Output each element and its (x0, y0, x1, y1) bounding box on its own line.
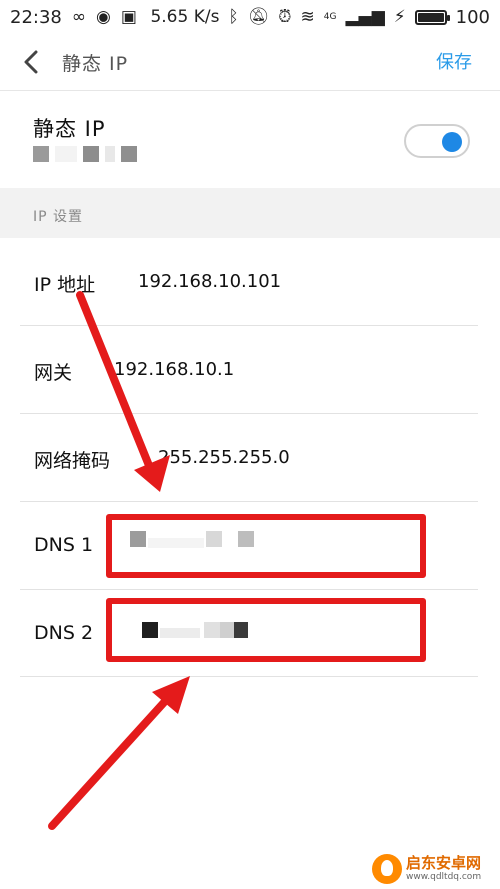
toggle-knob (442, 132, 462, 152)
netmask-row[interactable]: 网络掩码 255.255.255.0 (0, 414, 500, 502)
charging-icon: ⚡︎ (393, 6, 406, 27)
watermark-name: 启东安卓网 (406, 854, 482, 872)
wifi-icon: ≋ (300, 6, 315, 27)
back-button[interactable] (0, 34, 62, 90)
section-label: IP 设置 (33, 209, 84, 225)
infinity-icon: ∞ (71, 6, 87, 27)
chevron-left-icon (24, 50, 38, 74)
row-divider (20, 676, 478, 677)
watermark-logo-icon (372, 854, 402, 884)
dns1-label: DNS 1 (34, 534, 94, 556)
dns2-label: DNS 2 (34, 622, 94, 644)
mute-icon: 🔕︎ (247, 6, 270, 27)
gateway-row[interactable]: 网关 192.168.10.1 (0, 326, 500, 414)
ip-address-value[interactable]: 192.168.10.101 (138, 271, 281, 292)
save-button[interactable]: 保存 (436, 48, 472, 74)
battery-percent: 100 (455, 6, 490, 28)
netmask-label: 网络掩码 (34, 450, 111, 472)
network-type: 4G (323, 12, 337, 22)
signal-icon: ▂▄▆ (345, 6, 385, 27)
static-ip-label: 静态 IP (33, 117, 106, 141)
status-bar: 22:38 ∞ ◉ ▣ 5.65 K/s ᛒ 🔕︎ ⏰︎ ≋ 4G ▂▄▆ ⚡︎… (0, 0, 500, 34)
network-speed: 5.65 K/s (150, 7, 220, 27)
ip-settings-section: IP 设置 (0, 188, 500, 238)
static-ip-toggle[interactable] (404, 124, 470, 158)
image-icon: ▣ (120, 6, 137, 27)
notification-icon: ◉ (96, 6, 111, 27)
alarm-icon: ⏰︎ (278, 6, 292, 27)
app-header: 静态 IP 保存 (0, 34, 500, 90)
arrow-up-shaft (48, 694, 172, 830)
gateway-label: 网关 (34, 362, 73, 384)
static-ip-blurred-value (33, 146, 137, 162)
page-title: 静态 IP (62, 52, 129, 75)
watermark: 启东安卓网 www.qdltdq.com (372, 852, 496, 886)
battery-icon (414, 9, 450, 25)
ip-address-label: IP 地址 (34, 274, 96, 296)
bluetooth-icon: ᛒ (228, 6, 239, 27)
watermark-url: www.qdltdq.com (406, 872, 482, 882)
gateway-value[interactable]: 192.168.10.1 (114, 359, 234, 380)
ip-address-row[interactable]: IP 地址 192.168.10.101 (0, 238, 500, 326)
netmask-value[interactable]: 255.255.255.0 (158, 447, 290, 468)
status-time: 22:38 (10, 6, 62, 28)
arrow-up-head (152, 676, 190, 714)
